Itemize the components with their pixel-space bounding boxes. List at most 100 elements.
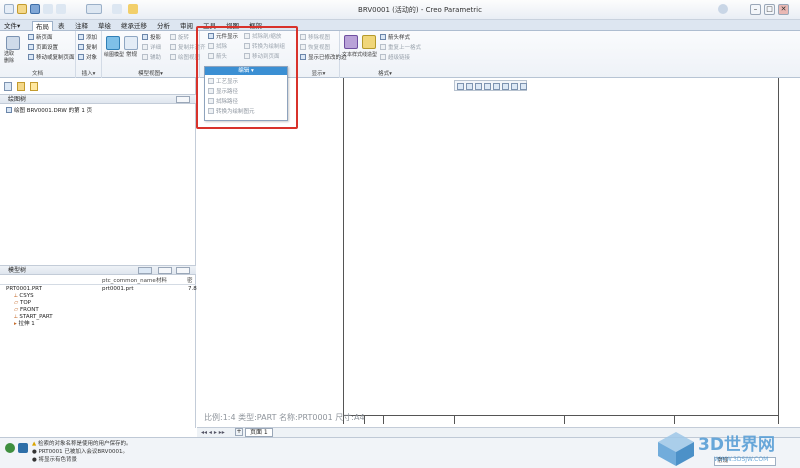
repeat-format-button[interactable]: 重复上一格式 [380,44,421,52]
convert-group-button[interactable]: 转换为绘制组 [244,43,285,51]
move-to-page-button[interactable]: 移动到页面 [244,53,280,61]
status-message-1-text: 检索的对象名称是使用的用户保存的。 [37,441,132,447]
help-icon[interactable] [718,4,728,14]
select-delete-icon[interactable] [6,36,20,50]
remove-view-button[interactable]: 移除视图 [300,34,330,42]
model-tree-tab-icon[interactable] [4,82,12,91]
tree-row-top[interactable]: ▱ TOP [14,300,31,306]
regenerate-icon[interactable] [86,4,102,14]
group-insert: 添加 复制 对象 插入▾ [76,31,102,78]
general-view-icon[interactable] [124,36,138,50]
page-nav-arrows-icon[interactable]: ◂◂ ◂ ▸ ▸▸ [201,429,225,436]
save-icon[interactable] [30,4,40,14]
arrow-button[interactable]: 箭头 [208,53,227,61]
favorites-icon[interactable] [30,82,38,91]
tree-row-extrude[interactable]: ▸ 拉伸 1 [14,321,35,327]
tree-row-csys[interactable]: ⟂ CSYS [14,293,34,299]
repaint-icon[interactable] [484,83,491,90]
component-display-button[interactable]: 元件显示 [208,33,238,41]
open-icon[interactable] [17,4,27,14]
close-window-icon[interactable] [128,4,138,14]
arrow-style-label: 箭头样式 [388,35,411,41]
title-block-divider [674,416,675,424]
auxiliary-button[interactable]: 辅助 [142,54,161,62]
drawing-tree-settings-icon[interactable] [176,96,190,103]
refit-icon[interactable] [457,83,464,90]
model-tree-settings-icon[interactable] [176,267,190,274]
copy-align-icon [170,44,176,50]
restore-view-button[interactable]: 恢复视图 [300,44,330,52]
tab-table[interactable]: 表 [58,21,65,31]
rotate-button[interactable]: 旋转 [170,34,189,42]
menu-item-erase-path[interactable]: 拭除路径 [208,98,238,106]
tree-row-start-part[interactable]: ⟂ START_PART [14,314,53,320]
edit-dropdown-header[interactable]: 编辑 ▾ [205,67,287,75]
tab-view[interactable]: 视图 [226,21,239,31]
tab-layout[interactable]: 布局 [32,21,53,31]
auxiliary-label: 辅助 [150,55,162,61]
tree-filter-icon[interactable] [158,267,172,274]
hyperlink-label: 超级链接 [388,55,411,61]
erase-section-button[interactable]: 拭除剖/缩放 [244,33,281,41]
drawing-view-button[interactable]: 绘图视图 [170,54,200,62]
tab-sketch[interactable]: 草绘 [98,21,111,31]
tree-row-front[interactable]: ▱ FRONT [14,307,39,313]
status-bar: ▲ 检索的对象名称是使用的用户保存的。 ● PRT0001 已被加入会议BRV0… [0,437,800,468]
hyperlink-button[interactable]: 超级链接 [380,54,410,62]
menu-item-erase-path-label: 拭除路径 [216,99,239,105]
tab-annotate[interactable]: 注释 [75,21,88,31]
show-icon[interactable] [138,267,152,274]
detail-button[interactable]: 详细 [142,44,161,52]
drawing-model-icon[interactable] [106,36,120,50]
tab-legacy-migration[interactable]: 继承迁移 [121,21,147,31]
page-bar: ◂◂ ◂ ▸ ▸▸ + 页面 1 [197,427,800,437]
drawing-tree-item[interactable]: 绘图 BRV0001.DRW 的第 1 页 [6,107,92,114]
add-button[interactable]: 添加 [78,34,97,42]
general-view-label: 常规 [126,52,138,58]
zoom-in-icon[interactable] [466,83,473,90]
erase-button[interactable]: 拭除 [208,43,227,51]
menu-item-convert-to-draft[interactable]: 转换为绘制图元 [208,108,255,116]
folder-browser-icon[interactable] [17,82,25,91]
page-setup-button[interactable]: 页面设置 [28,44,58,52]
tree-row-start-part-label: START_PART [19,314,53,320]
line-style-icon[interactable] [362,35,376,49]
close-button[interactable]: ✕ [778,4,789,15]
zoom-out-icon[interactable] [475,83,482,90]
windows-icon[interactable] [112,4,122,14]
undo-icon[interactable] [43,4,53,14]
tab-analysis[interactable]: 分析 [157,21,170,31]
drawing-sheet[interactable] [343,78,779,424]
tab-tools[interactable]: 工具 [203,21,216,31]
arrow-style-button[interactable]: 箭头样式 [380,34,410,42]
datum-display-icon[interactable] [502,83,509,90]
erase-section-icon [244,33,250,39]
object-label: 对象 [86,55,98,61]
redo-icon[interactable] [56,4,66,14]
text-style-icon[interactable] [344,35,358,49]
message-log-icon[interactable] [18,443,28,453]
copy-button[interactable]: 复制 [78,44,97,52]
selection-filter[interactable]: 常规 [714,457,776,466]
object-button[interactable]: 对象 [78,54,97,62]
page-tab[interactable]: 页面 1 [245,428,273,437]
new-icon[interactable] [4,4,14,14]
new-page-button[interactable]: 新页面 [28,34,53,42]
tab-review[interactable]: 审阅 [180,21,193,31]
tab-file[interactable]: 文件▾ [4,21,20,31]
add-page-icon[interactable]: + [235,428,243,436]
annotation-display-icon[interactable] [511,83,518,90]
tab-frame[interactable]: 框架 [249,21,262,31]
minimize-button[interactable]: – [750,4,761,15]
move-copy-page-button[interactable]: 移动或复制页面 [28,54,75,62]
menu-item-process-display[interactable]: 工艺显示 [208,78,238,86]
drawing-tree-header[interactable]: 绘图树 [0,94,196,104]
tree-row-part[interactable]: PRT0001.PRT [6,286,42,292]
maximize-button[interactable]: □ [764,4,775,15]
projection-button[interactable]: 投影 [142,34,161,42]
menu-item-show-path[interactable]: 显示路径 [208,88,238,96]
group-format-label: 格式▾ [378,71,392,77]
display-style-icon[interactable] [493,83,500,90]
convert-group-label: 转换为绘制组 [252,44,286,50]
sheet-display-icon[interactable] [520,83,527,90]
